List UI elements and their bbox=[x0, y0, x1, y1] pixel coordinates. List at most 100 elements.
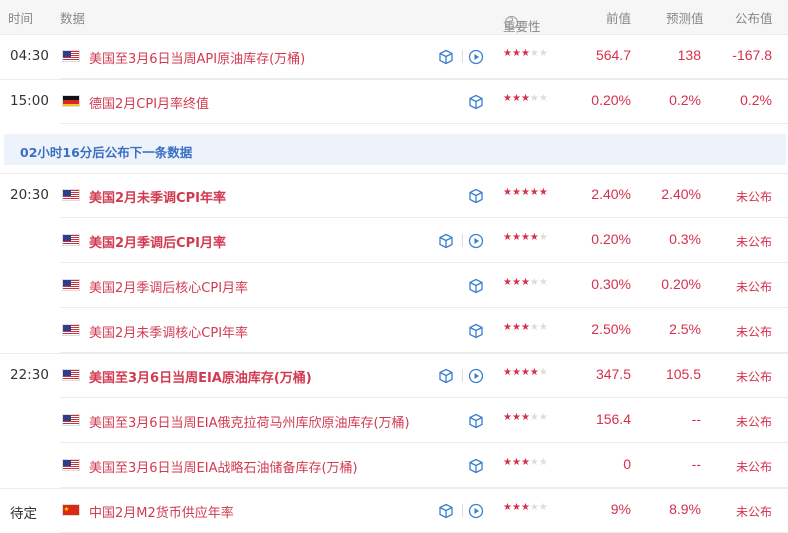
event-name[interactable]: 美国至3月6日当周EIA俄克拉荷马州库欣原油库存(万桶) bbox=[89, 412, 410, 431]
previous-value: 0.30% bbox=[591, 276, 631, 292]
star-icon: ★ bbox=[538, 502, 548, 513]
divider bbox=[462, 50, 463, 63]
event-name[interactable]: 美国至3月6日当周EIA战略石油储备库存(万桶) bbox=[89, 457, 358, 476]
importance-stars: ★★★★★ bbox=[503, 367, 548, 378]
star-icon: ★ bbox=[529, 277, 539, 288]
event-time: 15:00 bbox=[10, 93, 49, 109]
star-icon: ★ bbox=[529, 322, 539, 333]
divider bbox=[462, 504, 463, 517]
table-row[interactable]: 美国2月季调后CPI月率 ★★★★★ 0.20% 0.3% 未公布 bbox=[0, 218, 788, 263]
star-icon: ★ bbox=[538, 367, 548, 378]
star-icon: ★ bbox=[520, 277, 530, 288]
star-icon: ★ bbox=[529, 502, 539, 513]
row-divider bbox=[0, 34, 788, 35]
event-time: 待定 bbox=[10, 506, 37, 522]
forecast-value: 105.5 bbox=[665, 366, 701, 382]
us-flag bbox=[62, 189, 80, 201]
star-icon: ★ bbox=[503, 187, 512, 198]
forecast-value: 0.3% bbox=[669, 231, 701, 247]
star-icon: ★ bbox=[503, 367, 512, 378]
star-icon: ★ bbox=[511, 457, 521, 468]
importance-stars: ★★★★★ bbox=[503, 48, 548, 59]
table-row[interactable]: 美国2月季调后核心CPI月率 ★★★★★ 0.30% 0.20% 未公布 bbox=[0, 263, 788, 308]
cube-icon[interactable] bbox=[468, 278, 484, 294]
event-time: 20:30 bbox=[10, 187, 49, 203]
event-name[interactable]: 美国至3月6日当周EIA原油库存(万桶) bbox=[89, 367, 312, 386]
star-icon: ★ bbox=[520, 93, 530, 104]
previous-value: 0.20% bbox=[591, 92, 631, 108]
row-divider bbox=[60, 123, 788, 124]
cube-icon[interactable] bbox=[468, 94, 484, 110]
table-row[interactable]: 美国2月未季调核心CPI年率 ★★★★★ 2.50% 2.5% 未公布 bbox=[0, 308, 788, 353]
cube-icon[interactable] bbox=[438, 368, 454, 384]
header-time: 时间 bbox=[8, 11, 34, 26]
star-icon: ★ bbox=[520, 502, 530, 513]
actual-value: 未公布 bbox=[735, 325, 772, 339]
actual-value: 未公布 bbox=[735, 280, 772, 294]
star-icon: ★ bbox=[511, 277, 521, 288]
previous-value: 0 bbox=[623, 456, 631, 472]
play-icon[interactable] bbox=[468, 233, 484, 249]
us-flag bbox=[62, 279, 80, 291]
event-name[interactable]: 美国2月未季调CPI年率 bbox=[89, 187, 226, 206]
us-flag bbox=[62, 324, 80, 336]
star-icon: ★ bbox=[503, 277, 512, 288]
event-name[interactable]: 美国2月未季调核心CPI年率 bbox=[89, 322, 248, 341]
cube-icon[interactable] bbox=[438, 503, 454, 519]
importance-stars: ★★★★★ bbox=[503, 412, 548, 423]
star-icon: ★ bbox=[503, 412, 512, 423]
importance-stars: ★★★★★ bbox=[503, 322, 548, 333]
row-divider bbox=[0, 79, 788, 80]
play-icon[interactable] bbox=[468, 503, 484, 519]
star-icon: ★ bbox=[520, 187, 530, 198]
event-name[interactable]: 德国2月CPI月率终值 bbox=[89, 93, 209, 112]
previous-value: 2.50% bbox=[591, 321, 631, 337]
help-icon[interactable]: ? bbox=[505, 16, 518, 29]
cube-icon[interactable] bbox=[468, 413, 484, 429]
table-row[interactable]: 美国至3月6日当周EIA俄克拉荷马州库欣原油库存(万桶) ★★★★★ 156.4 --… bbox=[0, 398, 788, 443]
star-icon: ★ bbox=[503, 457, 512, 468]
header-previous: 前值 bbox=[606, 11, 632, 26]
table-row[interactable]: 20:30 美国2月未季调CPI年率 ★★★★★ 2.40% 2.40% 未公布 bbox=[0, 173, 788, 218]
table-row[interactable]: 美国至3月6日当周EIA战略石油储备库存(万桶) ★★★★★ 0 -- 未公布 bbox=[0, 443, 788, 488]
table-row[interactable]: 15:00 德国2月CPI月率终值 ★★★★★ 0.20% 0.2% 0.2% bbox=[0, 79, 788, 124]
next-release-banner: 02小时16分后公布下一条数据 bbox=[4, 134, 786, 165]
event-name[interactable]: 美国至3月6日当周API原油库存(万桶) bbox=[89, 48, 305, 67]
event-name[interactable]: 中国2月M2货币供应年率 bbox=[89, 502, 234, 521]
star-icon: ★ bbox=[503, 232, 512, 243]
star-icon: ★ bbox=[520, 322, 530, 333]
cube-icon[interactable] bbox=[468, 188, 484, 204]
star-icon: ★ bbox=[538, 457, 548, 468]
play-icon[interactable] bbox=[468, 49, 484, 65]
event-name[interactable]: 美国2月季调后CPI月率 bbox=[89, 232, 226, 251]
table-row[interactable]: 22:30 美国至3月6日当周EIA原油库存(万桶) ★★★★★ 347.5 105.5… bbox=[0, 353, 788, 398]
us-flag bbox=[62, 234, 80, 246]
importance-stars: ★★★★★ bbox=[503, 187, 548, 198]
actual-value: 未公布 bbox=[735, 190, 772, 204]
table-row[interactable]: 待定 中国2月M2货币供应年率 ★★★★★ 9% 8.9% 未公布 bbox=[0, 488, 788, 533]
star-icon: ★ bbox=[529, 48, 539, 59]
actual-value: 未公布 bbox=[735, 460, 772, 474]
star-icon: ★ bbox=[529, 93, 539, 104]
forecast-value: -- bbox=[691, 411, 701, 427]
event-name[interactable]: 美国2月季调后核心CPI月率 bbox=[89, 277, 248, 296]
star-icon: ★ bbox=[529, 367, 539, 378]
importance-stars: ★★★★★ bbox=[503, 277, 548, 288]
star-icon: ★ bbox=[503, 48, 512, 59]
cube-icon[interactable] bbox=[438, 49, 454, 65]
forecast-value: 2.5% bbox=[669, 321, 701, 337]
cube-icon[interactable] bbox=[438, 233, 454, 249]
star-icon: ★ bbox=[538, 93, 548, 104]
forecast-value: 2.40% bbox=[661, 186, 701, 202]
star-icon: ★ bbox=[503, 93, 512, 104]
play-icon[interactable] bbox=[468, 368, 484, 384]
cube-icon[interactable] bbox=[468, 323, 484, 339]
cube-icon[interactable] bbox=[468, 458, 484, 474]
us-flag bbox=[62, 459, 80, 471]
event-time: 04:30 bbox=[10, 48, 49, 64]
previous-value: 156.4 bbox=[595, 411, 631, 427]
importance-stars: ★★★★★ bbox=[503, 232, 548, 243]
previous-value: 347.5 bbox=[595, 366, 631, 382]
table-row[interactable]: 04:30 美国至3月6日当周API原油库存(万桶) ★★★★★ 564.7 138 -1… bbox=[0, 34, 788, 79]
actual-value: 未公布 bbox=[735, 415, 772, 429]
